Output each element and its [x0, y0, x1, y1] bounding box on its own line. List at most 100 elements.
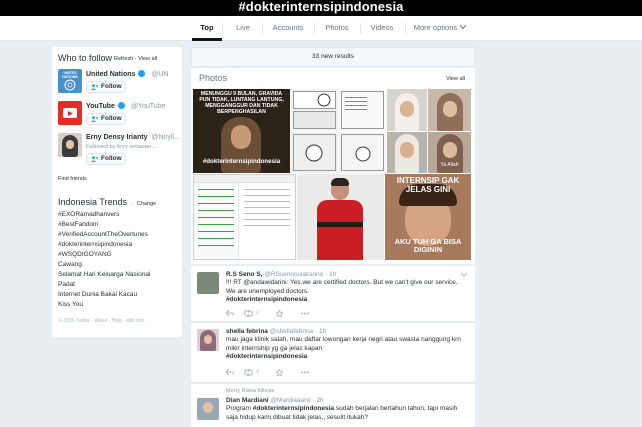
avatar[interactable]: [197, 398, 219, 420]
photo-thumbnail-face[interactable]: [387, 132, 427, 173]
reply-icon[interactable]: [226, 310, 234, 317]
tweet-author-handle[interactable]: @Mardiaaanii: [270, 397, 310, 404]
suggested-account: YouTube @YouTube Follow: [58, 101, 182, 131]
retweet-icon[interactable]: [244, 310, 253, 317]
tweet-author-handle[interactable]: @shellafebrina: [270, 328, 313, 335]
tab-photos[interactable]: Photos: [318, 16, 356, 40]
photo-thumbnail-comic[interactable]: [339, 132, 386, 173]
trend-item[interactable]: #dokterinternsipindonesia: [58, 241, 132, 248]
trends-title-text: Indonesia Trends: [58, 197, 128, 207]
tweet-author-name[interactable]: Dian Mardiani: [226, 397, 269, 404]
meme-top-text: MENUNGGU 9 BULAN, GRAVIDA PUN TIDAK, LUN…: [199, 91, 284, 115]
change-trends-link[interactable]: Change: [137, 201, 156, 207]
star-icon[interactable]: [276, 369, 283, 376]
account-name[interactable]: YouTube @YouTube: [86, 102, 165, 110]
tab-accounts[interactable]: Accounts: [266, 16, 310, 40]
account-name[interactable]: Erny Densy Irianty @Nnyll...: [86, 134, 180, 141]
avatar[interactable]: [197, 329, 219, 351]
more-icon[interactable]: [301, 312, 309, 315]
tab-live[interactable]: Live: [226, 16, 260, 40]
follow-button[interactable]: Follow: [86, 113, 126, 125]
refresh-link[interactable]: Refresh: [114, 56, 133, 62]
tab-top[interactable]: Top: [192, 16, 222, 41]
view-all-link[interactable]: View all: [138, 56, 157, 62]
trend-item[interactable]: Kiss You: [58, 301, 83, 308]
followed-by-text: Followed by ferry setiawan ...: [86, 144, 158, 150]
trend-item[interactable]: #BestFandom: [58, 221, 98, 228]
trends-separator: ·: [131, 201, 134, 207]
trend-item[interactable]: #EXORamadhanvers: [58, 211, 119, 218]
page-banner: #dokterinternsipindonesia: [0, 0, 642, 16]
verified-badge-icon: [117, 102, 125, 109]
tweet-author-handle[interactable]: @RSsenosulaksono: [264, 271, 323, 278]
tweet-time-separator: ·: [312, 397, 315, 404]
account-name-text: United Nations: [86, 71, 136, 78]
chevron-down-icon[interactable]: [461, 273, 467, 277]
tweet-timestamp[interactable]: 2h: [316, 397, 323, 404]
social-context[interactable]: Merry Riana follows: [226, 388, 274, 394]
avatar[interactable]: UNITED NATIONS: [58, 69, 82, 93]
comic-text-lines: [345, 97, 367, 98]
photo-thumbnail-meme[interactable]: INTERNSIP GAK JELAS GINI AKU TUH GA BISA…: [385, 174, 471, 260]
tweet[interactable]: shella febrina @shellafebrina · 1h mau j…: [191, 323, 475, 383]
tab-more-options[interactable]: More options: [412, 16, 468, 40]
new-results-bar[interactable]: 33 new results: [191, 47, 475, 67]
tweet-author-name[interactable]: R.S Seno S,: [226, 271, 262, 278]
follow-user-icon: [91, 84, 98, 90]
tweet[interactable]: R.S Seno S, @RSsenosulaksono · 1h !!! RT…: [191, 266, 475, 322]
trend-item[interactable]: Internet Dunia Bakal Kacau: [58, 291, 137, 298]
tweet[interactable]: Merry Riana follows Dian Mardiani @Mardi…: [191, 384, 475, 427]
photo-thumbnail-meme[interactable]: MENUNGGU 9 BULAN, GRAVIDA PUN TIDAK, LUN…: [193, 89, 290, 173]
retweet-count: 2: [256, 310, 260, 316]
retweet-icon[interactable]: [244, 369, 253, 376]
reply-icon[interactable]: [226, 369, 234, 376]
trend-item[interactable]: Selamat Hari Keluarga Nasional: [58, 271, 151, 278]
meme-face: [231, 125, 251, 149]
photo-thumbnail-comic[interactable]: [291, 132, 338, 173]
un-emblem-icon: [64, 79, 76, 91]
avatar[interactable]: [58, 133, 82, 157]
tweet-timestamp[interactable]: 1h: [319, 328, 326, 335]
star-icon[interactable]: [276, 310, 283, 317]
account-name[interactable]: United Nations @UN: [86, 70, 169, 78]
tweet-timestamp[interactable]: 1h: [329, 271, 336, 278]
trend-item[interactable]: Padat: [58, 281, 75, 288]
avatar-face: [66, 140, 74, 149]
face-skin: [443, 101, 457, 117]
tweet-hashtag[interactable]: #dokterinternsipindonesia: [226, 296, 307, 303]
trend-item[interactable]: Cawang: [58, 261, 82, 268]
tweet-header: Dian Mardiani @Mardiaaanii · 2h: [226, 397, 324, 404]
photos-view-all-link[interactable]: View all: [446, 76, 465, 82]
tweet-hashtag[interactable]: #dokterinternsipindonesia: [253, 405, 334, 412]
tweet-header: R.S Seno S, @RSsenosulaksono · 1h: [226, 271, 336, 278]
tweet-body: mau jaga klinik salah, mau daftar lowong…: [226, 336, 461, 352]
follow-button[interactable]: Follow: [86, 153, 126, 165]
nav-divider: [262, 23, 263, 34]
screenshot-sidebar: [194, 183, 239, 259]
account-name-text: YouTube: [86, 103, 115, 110]
photo-thumbnail-comic[interactable]: [339, 89, 386, 131]
photo-thumbnail-person[interactable]: [297, 174, 384, 260]
photo-thumbnail-screenshot[interactable]: [193, 174, 296, 260]
tweet-body-prefix: Program: [226, 405, 251, 412]
person-sweater: [317, 200, 363, 260]
photo-thumbnail-face[interactable]: [387, 89, 427, 131]
trend-item[interactable]: #VerifiedAccountTheOvertunes: [58, 231, 148, 238]
tab-videos[interactable]: Videos: [363, 16, 401, 40]
follow-button[interactable]: Follow: [86, 81, 126, 93]
photo-thumbnail-face[interactable]: Ya Allah: [428, 132, 471, 173]
avatar[interactable]: [197, 272, 219, 294]
tweet-hashtag[interactable]: #dokterinternsipindonesia: [226, 353, 307, 360]
rage-face-icon: [355, 146, 371, 162]
avatar[interactable]: [58, 101, 82, 125]
tweet-author-name[interactable]: shella febrina: [226, 328, 268, 335]
follow-button-label: Follow: [101, 115, 122, 122]
more-icon[interactable]: [301, 371, 309, 374]
photos-module: Photos View all MENUNGGU 9 BULAN, GRAVID…: [191, 68, 475, 264]
nav-divider: [405, 23, 406, 34]
trend-item[interactable]: #WSQDIGOYANG: [58, 251, 112, 258]
photo-thumbnail-comic[interactable]: [291, 89, 338, 131]
find-friends-link[interactable]: Find friends: [58, 176, 87, 182]
photo-thumbnail-face[interactable]: [428, 89, 471, 131]
footer-links: © 2015 Twitter · About · Help · Ads info: [58, 318, 145, 324]
